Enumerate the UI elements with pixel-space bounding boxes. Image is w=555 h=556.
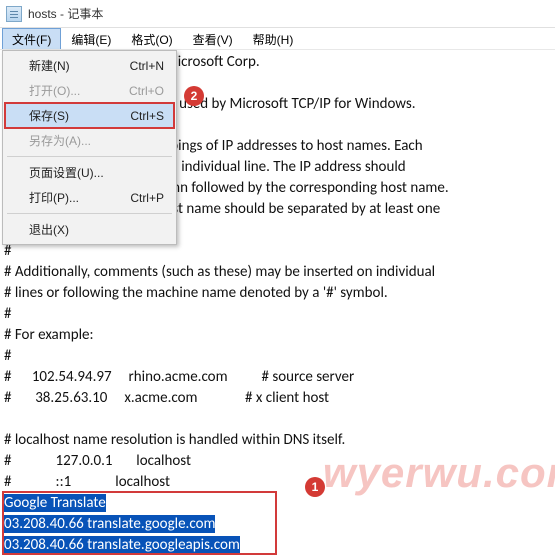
- menu-item-exit[interactable]: 退出(X): [5, 217, 174, 242]
- selection-line: 03.208.40.66 translate.googleapis.com: [4, 536, 240, 554]
- callout-badge-1: 1: [305, 477, 325, 497]
- menu-item-print[interactable]: 打印(P)...Ctrl+P: [5, 185, 174, 210]
- menu-item-save-as[interactable]: 另存为(A)...: [5, 128, 174, 153]
- selection-line: Google Translate: [4, 494, 106, 512]
- menu-bar: 文件(F) 编辑(E) 格式(O) 查看(V) 帮助(H): [0, 28, 555, 50]
- menu-item-new[interactable]: 新建(N)Ctrl+N: [5, 53, 174, 78]
- window-title: hosts - 记事本: [28, 5, 103, 22]
- file-menu-dropdown: 新建(N)Ctrl+N 打开(O)...Ctrl+O 保存(S)Ctrl+S 另…: [2, 50, 177, 245]
- menu-item-page-setup[interactable]: 页面设置(U)...: [5, 160, 174, 185]
- menu-format[interactable]: 格式(O): [121, 28, 182, 49]
- menu-view[interactable]: 查看(V): [183, 28, 243, 49]
- menu-item-save[interactable]: 保存(S)Ctrl+S: [5, 103, 174, 128]
- menu-separator: [7, 213, 172, 214]
- title-bar: hosts - 记事本: [0, 0, 555, 28]
- menu-separator: [7, 156, 172, 157]
- menu-edit[interactable]: 编辑(E): [61, 28, 121, 49]
- menu-item-open[interactable]: 打开(O)...Ctrl+O: [5, 78, 174, 103]
- menu-file[interactable]: 文件(F): [2, 28, 61, 49]
- callout-badge-2: 2: [184, 86, 204, 106]
- menu-help[interactable]: 帮助(H): [243, 28, 304, 49]
- notepad-icon: [6, 6, 22, 22]
- selection-line: 03.208.40.66 translate.google.com: [4, 515, 215, 533]
